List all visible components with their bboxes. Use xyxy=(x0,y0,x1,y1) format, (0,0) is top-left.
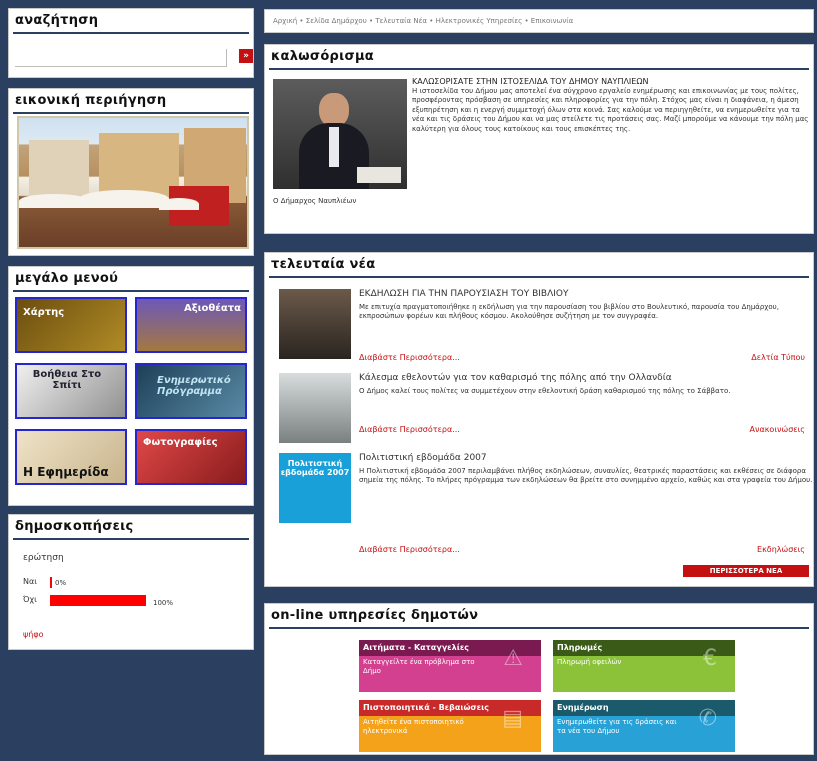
tile-newspaper-label: Η Εφημερίδα xyxy=(23,465,109,479)
poll-option-label: Ναι xyxy=(23,577,37,586)
tile-photos-label: Φωτογραφίες xyxy=(143,437,218,448)
divider xyxy=(269,627,809,629)
poll-option-yes[interactable]: Ναι xyxy=(23,577,37,586)
search-panel: αναζήτηση » xyxy=(8,8,254,78)
thumbnail-caption: Πολιτιστική εβδομάδα 2007 xyxy=(280,459,350,477)
virtual-tour-title: εικονική περιήγηση xyxy=(15,93,167,108)
poll-panel: δημοσκοπήσεις ερώτηση Ναι 0% Όχι 100% ψή… xyxy=(8,514,254,650)
poll-bar-yes xyxy=(50,577,52,588)
document-icon: ▤ xyxy=(502,706,523,731)
top-nav-links[interactable]: Αρχική • Σελίδα Δημάρχου • Τελευταία Νέα… xyxy=(265,10,813,32)
tile-map[interactable]: Χάρτης xyxy=(15,297,127,353)
news-item: Πολιτιστική εβδομάδα 2007 Πολιτιστική εβ… xyxy=(279,453,812,554)
tile-sights[interactable]: Αξιοθέατα xyxy=(135,297,247,353)
poll-option-no[interactable]: Όχι xyxy=(23,595,37,604)
poll-option-label: Όχι xyxy=(23,595,37,604)
read-more-link[interactable]: Διαβάστε Περισσότερα... xyxy=(359,545,460,554)
news-category-link[interactable]: Εκδηλώσεις xyxy=(757,545,805,554)
top-nav-bar: Αρχική • Σελίδα Δημάρχου • Τελευταία Νέα… xyxy=(264,9,814,33)
welcome-headline: ΚΑΛΩΣΟΡΙΣΑΤΕ ΣΤΗΝ ΙΣΤΟΣΕΛΙΔΑ ΤΟΥ ΔΗΜΟΥ Ν… xyxy=(412,77,649,86)
read-more-link[interactable]: Διαβάστε Περισσότερα... xyxy=(359,353,460,362)
poll-pct-yes: 0% xyxy=(55,579,67,587)
news-title: τελευταία νέα xyxy=(271,257,376,272)
welcome-signature: Ο Δήμαρχος Ναυπλιέων xyxy=(273,197,357,205)
service-title: Πιστοποιητικά - Βεβαιώσεις xyxy=(363,703,489,712)
news-item-body: Η Πολιτιστική εβδομάδα 2007 περιλαμβάνει… xyxy=(359,467,813,484)
news-thumbnail[interactable] xyxy=(279,289,351,359)
divider xyxy=(269,68,809,70)
tile-newsletter-label: Ενημερωτικό Πρόγραμμα xyxy=(157,375,231,397)
mayor-photo xyxy=(273,79,407,189)
search-input[interactable] xyxy=(15,49,227,67)
news-item-title[interactable]: ΕΚΔΗΛΩΣΗ ΓΙΑ ΤΗΝ ΠΑΡΟΥΣΙΑΣΗ ΤΟΥ ΒΙΒΛΙΟΥ xyxy=(359,289,569,299)
poll-title: δημοσκοπήσεις xyxy=(15,519,134,534)
welcome-body: Η ιστοσελίδα του Δήμου μας αποτελεί ένα … xyxy=(412,86,809,133)
news-item-title[interactable]: Κάλεσμα εθελοντών για τον καθαρισμό της … xyxy=(359,373,672,383)
tile-home-help[interactable]: Βοήθεια Στο Σπίτι xyxy=(15,363,127,419)
online-services-panel: on-line υπηρεσίες δημοτών Αιτήματα - Κατ… xyxy=(264,603,814,755)
divider xyxy=(13,112,249,114)
poll-question: ερώτηση xyxy=(23,553,64,563)
welcome-title: καλωσόρισμα xyxy=(271,49,375,64)
service-title: Ενημέρωση xyxy=(557,703,609,712)
news-thumbnail[interactable] xyxy=(279,373,351,443)
tile-map-label: Χάρτης xyxy=(23,307,65,318)
news-item: Κάλεσμα εθελοντών για τον καθαρισμό της … xyxy=(279,373,809,455)
tile-newspaper[interactable]: Η Εφημερίδα xyxy=(15,429,127,485)
divider xyxy=(13,290,249,292)
welcome-panel: καλωσόρισμα ΚΑΛΩΣΟΡΙΣΑΤΕ ΣΤΗΝ ΙΣΤΟΣΕΛΙΔΑ… xyxy=(264,44,814,234)
tile-photos[interactable]: Φωτογραφίες xyxy=(135,429,247,485)
news-thumbnail[interactable]: Πολιτιστική εβδομάδα 2007 xyxy=(279,453,351,523)
service-title: Αιτήματα - Καταγγελίες xyxy=(363,643,470,652)
news-item-body: Με επιτυχία πραγματοποιήθηκε η εκδήλωση … xyxy=(359,303,779,320)
euro-icon: € xyxy=(703,646,717,671)
news-panel: τελευταία νέα ΕΚΔΗΛΩΣΗ ΓΙΑ ΤΗΝ ΠΑΡΟΥΣΙΑΣ… xyxy=(264,252,814,587)
divider xyxy=(13,32,249,34)
divider xyxy=(13,538,249,540)
virtual-tour-panel: εικονική περιήγηση xyxy=(8,88,254,256)
virtual-tour-photo[interactable] xyxy=(17,116,249,249)
service-payments[interactable]: Πληρωμές Πληρωμή οφειλών € xyxy=(553,640,735,692)
more-news-button[interactable]: ΠΕΡΙΣΣΟΤΕΡΑ ΝΕΑ xyxy=(683,565,809,577)
search-button[interactable]: » xyxy=(239,49,253,63)
service-information[interactable]: Ενημέρωση Ενημερωθείτε για τις δράσεις κ… xyxy=(553,700,735,752)
warning-icon: ⚠ xyxy=(503,646,523,671)
service-description: Πληρωμή οφειλών xyxy=(557,658,622,666)
services-title: on-line υπηρεσίες δημοτών xyxy=(271,608,479,623)
service-description: Ενημερωθείτε για τις δράσεις και τα νέα … xyxy=(557,718,677,735)
poll-pct-no: 100% xyxy=(153,599,174,607)
read-more-link[interactable]: Διαβάστε Περισσότερα... xyxy=(359,425,460,434)
service-description: Αιτηθείτε ένα πιστοποιητικό ηλεκτρονικά xyxy=(363,718,464,735)
news-item-body: Ο Δήμος καλεί τους πολίτες να συμμετέχου… xyxy=(359,387,731,395)
menu-panel: μεγάλο μενού Χάρτης Αξιοθέατα Βοήθεια Στ… xyxy=(8,266,254,506)
menu-title: μεγάλο μενού xyxy=(15,271,119,286)
service-requests[interactable]: Αιτήματα - Καταγγελίες Καταγγείλτε ένα π… xyxy=(359,640,541,692)
vote-link[interactable]: ψήφο xyxy=(23,630,44,639)
service-certificates[interactable]: Πιστοποιητικά - Βεβαιώσεις Αιτηθείτε ένα… xyxy=(359,700,541,752)
poll-bar-no xyxy=(50,595,146,606)
search-title: αναζήτηση xyxy=(15,13,99,28)
tile-sights-label: Αξιοθέατα xyxy=(184,303,241,314)
service-title: Πληρωμές xyxy=(557,643,603,652)
news-category-link[interactable]: Δελτία Τύπου xyxy=(751,353,805,362)
tile-newsletter[interactable]: Ενημερωτικό Πρόγραμμα xyxy=(135,363,247,419)
news-item: ΕΚΔΗΛΩΣΗ ΓΙΑ ΤΗΝ ΠΑΡΟΥΣΙΑΣΗ ΤΟΥ ΒΙΒΛΙΟΥ … xyxy=(279,289,809,371)
news-item-title[interactable]: Πολιτιστική εβδομάδα 2007 xyxy=(359,453,487,463)
news-category-link[interactable]: Ανακοινώσεις xyxy=(750,425,806,434)
welcome-text: ΚΑΛΩΣΟΡΙΣΑΤΕ ΣΤΗΝ ΙΣΤΟΣΕΛΙΔΑ ΤΟΥ ΔΗΜΟΥ Ν… xyxy=(412,77,810,195)
divider xyxy=(269,276,809,278)
tile-home-help-label: Βοήθεια Στο Σπίτι xyxy=(32,369,102,391)
service-description: Καταγγείλτε ένα πρόβλημα στο Δήμο xyxy=(363,658,475,675)
phone-icon: ✆ xyxy=(698,706,717,731)
